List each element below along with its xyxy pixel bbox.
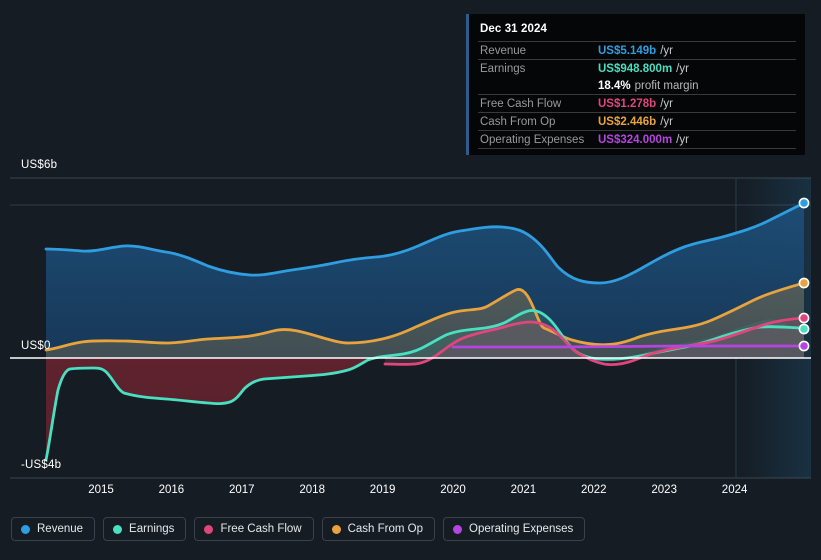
tooltip-row-profit-margin: 18.4% profit margin	[478, 77, 796, 94]
y-axis-label-zero: US$0	[21, 340, 51, 352]
x-axis-label-2016: 2016	[158, 484, 185, 496]
legend-item-label: Free Cash Flow	[220, 523, 302, 535]
tooltip-row-value: US$324.000m	[598, 133, 673, 146]
x-axis-label-2022: 2022	[581, 484, 607, 496]
legend-item-label: Operating Expenses	[469, 523, 574, 535]
x-axis-label-2018: 2018	[299, 484, 325, 496]
operating-expenses-endpoint-dot	[798, 340, 810, 352]
tooltip-row-unit: /yr	[660, 97, 673, 110]
chart-legend: Revenue Earnings Free Cash Flow Cash From O…	[11, 517, 586, 541]
tooltip-row-earnings: Earnings US$948.800m/yr	[478, 59, 796, 77]
legend-color-dot-icon	[331, 524, 341, 534]
operating-expenses-line	[451, 344, 806, 349]
tooltip-row-operating-expenses: Operating Expenses US$324.000m/yr	[478, 130, 796, 148]
data-tooltip: Dec 31 2024 Revenue US$5.149b/yr Earnings U…	[466, 14, 805, 155]
x-axis-label-2024: 2024	[721, 484, 748, 496]
legend-color-dot-icon	[113, 524, 123, 534]
tooltip-row-unit: /yr	[676, 133, 689, 146]
tooltip-row-unit: /yr	[676, 62, 689, 75]
tooltip-row-revenue: Revenue US$5.149b/yr	[478, 41, 796, 59]
tooltip-row-key: Free Cash Flow	[480, 97, 562, 110]
profit-margin-label: profit margin	[634, 79, 699, 92]
tooltip-row-key: Operating Expenses	[480, 133, 585, 146]
x-axis-label-2019: 2019	[369, 484, 396, 496]
legend-item-cash-from-op[interactable]: Cash From Op	[321, 517, 436, 541]
tooltip-date: Dec 31 2024	[480, 23, 547, 35]
legend-color-dot-icon	[453, 524, 463, 534]
legend-item-operating-expenses[interactable]: Operating Expenses	[443, 517, 586, 541]
x-axis-label-2023: 2023	[651, 484, 677, 496]
tooltip-row-free-cash-flow: Free Cash Flow US$1.278b/yr	[478, 94, 796, 112]
tooltip-row-value: US$2.446b	[598, 115, 657, 128]
tooltip-row-unit: /yr	[660, 44, 673, 57]
legend-item-label: Revenue	[37, 523, 84, 535]
tooltip-row-value: US$948.800m	[598, 62, 673, 75]
y-axis-label-bottom: -US$4b	[21, 459, 62, 471]
x-axis-label-2021: 2021	[510, 484, 537, 496]
legend-item-label: Earnings	[129, 523, 175, 535]
tooltip-row-value: US$1.278b	[598, 97, 657, 110]
cash-from-op-endpoint-dot	[798, 277, 810, 289]
x-axis-label-2020: 2020	[440, 484, 466, 496]
x-axis-label-2015: 2015	[88, 484, 114, 496]
x-axis-label-2017: 2017	[229, 484, 255, 496]
tooltip-row-cash-from-op: Cash From Op US$2.446b/yr	[478, 112, 796, 130]
revenue-endpoint-dot	[798, 197, 810, 209]
tooltip-row-key: Revenue	[480, 44, 527, 57]
tooltip-row-value: US$5.149b	[598, 44, 657, 57]
y-axis-label-top: US$6b	[21, 159, 58, 171]
free-cash-flow-endpoint-dot	[798, 312, 810, 324]
financial-performance-chart: US$6b US$0 -US$4b 2015 2016 2017 2018 2019 20…	[0, 0, 821, 560]
legend-item-label: Cash From Op	[347, 523, 424, 535]
earnings-endpoint-dot	[798, 323, 810, 335]
tooltip-row-unit: /yr	[660, 115, 673, 128]
legend-color-dot-icon	[204, 524, 214, 534]
tooltip-rows: Revenue US$5.149b/yr Earnings US$948.800m/y…	[478, 41, 796, 148]
legend-item-earnings[interactable]: Earnings	[103, 517, 187, 541]
tooltip-row-key: Earnings	[480, 62, 526, 75]
profit-margin-value: 18.4%	[598, 79, 631, 92]
tooltip-row-key: Cash From Op	[480, 115, 556, 128]
legend-item-free-cash-flow[interactable]: Free Cash Flow	[194, 517, 314, 541]
legend-color-dot-icon	[21, 524, 30, 534]
legend-item-revenue[interactable]: Revenue	[11, 517, 96, 541]
tooltip-bottom-rule	[478, 148, 796, 149]
